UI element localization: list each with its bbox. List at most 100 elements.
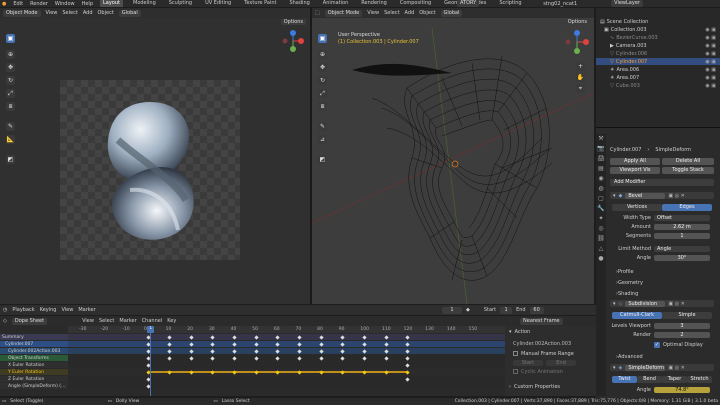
tab-rendering[interactable]: Rendering <box>358 0 390 7</box>
dopesheet-channel[interactable]: Angle (SimpleDeform) (... <box>0 383 68 389</box>
tab-compositing[interactable]: Compositing <box>397 0 434 7</box>
tool-tab-icon[interactable]: ⚒ <box>596 134 606 144</box>
3d-viewport[interactable]: Options User Perspective (1) Collection.… <box>312 18 594 304</box>
dopesheet-channel[interactable]: Y Euler Rotation <box>0 369 68 375</box>
dopesheet-channel[interactable]: Cylinder.007 <box>0 341 68 347</box>
action-start-field[interactable]: Start <box>513 359 543 366</box>
menu-render[interactable]: Render <box>30 1 48 7</box>
viewport-measure-tool-icon[interactable]: ⊿ <box>318 135 327 144</box>
simpledeform-visibility-icons[interactable]: ▣ ◎ ✕ <box>668 365 684 371</box>
bevel-visibility-icons[interactable]: ▣ ◎ ✕ <box>668 193 684 199</box>
select-box-tool-icon[interactable]: ▣ <box>6 34 15 43</box>
visibility-eye-icon[interactable]: ◉ ▣ <box>705 43 720 49</box>
image-editor-nav-gizmo-icon[interactable] <box>282 30 304 56</box>
levels-viewport-field[interactable]: 3 <box>654 322 710 329</box>
tab-texture-paint[interactable]: Texture Paint <box>241 0 279 7</box>
visibility-eye-icon[interactable]: ◉ ▣ <box>705 75 720 81</box>
viewport-menu-view[interactable]: View <box>367 10 379 16</box>
custom-properties-section[interactable]: › Custom Properties <box>509 383 560 390</box>
tab-uv-editing[interactable]: UV Editing <box>202 0 234 7</box>
viewport-rotate-tool-icon[interactable]: ↻ <box>318 76 327 85</box>
move-tool-icon[interactable]: ✥ <box>6 63 15 72</box>
object-tab-icon[interactable]: ▢ <box>596 194 606 204</box>
profile-section[interactable]: › Profile <box>616 268 634 275</box>
tab-animation[interactable]: Animation <box>320 0 352 7</box>
pan-hand-icon[interactable]: ✋ <box>576 73 585 82</box>
manual-frame-range-checkbox[interactable]: Manual Frame Range <box>513 350 574 357</box>
visibility-eye-icon[interactable]: ◉ ▣ <box>705 35 720 41</box>
width-type-dropdown[interactable]: Offset <box>654 214 710 221</box>
action-name-field[interactable]: Cylinder.002Action.003 <box>513 340 571 347</box>
timeline-editor-icon[interactable]: ◷ <box>3 307 7 313</box>
dopesheet-editor-icon[interactable]: ◇ <box>3 318 7 324</box>
menu-window[interactable]: Window <box>55 1 75 7</box>
dopesheet-channel[interactable]: Z Euler Rotation <box>0 376 68 382</box>
image-editor-menu-view[interactable]: View <box>46 10 58 16</box>
zoom-icon[interactable]: + <box>576 62 585 71</box>
segments-field[interactable]: 1 <box>654 232 710 239</box>
viewport-annotate-tool-icon[interactable]: ✎ <box>318 122 327 131</box>
cyclic-animation-checkbox[interactable]: Cyclic Animation <box>513 368 563 375</box>
start-frame-field[interactable]: 1 <box>500 306 513 314</box>
tab-shading[interactable]: Shading <box>286 0 312 7</box>
outliner-scene-collection[interactable]: ▤ Scene Collection <box>596 18 648 25</box>
keyframe-marker[interactable] <box>318 369 324 375</box>
scale-tool-icon[interactable]: ⤢ <box>6 89 15 98</box>
frame-ruler[interactable]: -30 -20 -10 0 10 20 30 40 50 60 70 80 90 100 110 120 130… <box>68 326 505 333</box>
action-section-header[interactable]: ▾ Action <box>509 328 530 335</box>
keyframe-marker[interactable] <box>318 355 324 361</box>
viewport-vis-button[interactable]: Viewport Vis <box>610 167 660 174</box>
playback-menu[interactable]: Playback <box>12 307 34 313</box>
dopesheet-channel[interactable]: Cylinder.002Action.003 <box>0 348 68 354</box>
twist-tab[interactable]: Twist <box>612 376 637 383</box>
outliner-item[interactable]: ☀ Area.006 ◉ ▣ <box>596 66 720 73</box>
constraints-tab-icon[interactable]: ⛓ <box>596 234 606 244</box>
image-editor-area[interactable]: Options <box>0 18 310 304</box>
subdivision-visibility-icons[interactable]: ▣ ◎ ✕ <box>668 301 684 307</box>
keyframe-grid[interactable] <box>68 333 505 396</box>
menu-help[interactable]: Help <box>82 1 93 7</box>
viewport-orientation[interactable]: Global <box>440 9 463 17</box>
world-tab-icon[interactable]: ◍ <box>596 184 606 194</box>
checkbox-checked-icon[interactable]: ✓ <box>654 341 660 348</box>
bevel-vertices-tab[interactable]: Vertices <box>612 204 662 211</box>
add-cube-tool-icon[interactable]: ◩ <box>6 155 15 164</box>
geometry-section[interactable]: › Geometry <box>616 279 643 286</box>
outliner-item[interactable]: ▽ Cylinder.007 ◉ ▣ <box>596 58 720 65</box>
particles-tab-icon[interactable]: ✦ <box>596 214 606 224</box>
playhead-line[interactable] <box>150 333 152 396</box>
checkbox-empty-icon[interactable] <box>513 369 518 374</box>
render-tab-icon[interactable]: 📷 <box>596 144 606 154</box>
rotate-tool-icon[interactable]: ↻ <box>6 76 15 85</box>
taper-tab[interactable]: Taper <box>662 376 687 383</box>
keyframe-icon[interactable]: ◆ <box>466 307 470 313</box>
render-levels-field[interactable]: 2 <box>654 331 710 338</box>
data-tab-icon[interactable]: △ <box>596 244 606 254</box>
viewport-scale-tool-icon[interactable]: ⤢ <box>318 89 327 98</box>
image-editor-mode-dropdown[interactable]: Object Mode <box>3 9 41 17</box>
tab-sculpting[interactable]: Sculpting <box>166 0 195 7</box>
annotate-tool-icon[interactable]: ✎ <box>6 122 15 131</box>
measure-tool-icon[interactable]: 📐 <box>6 135 15 144</box>
bevel-modifier-header[interactable]: ▾ ◆ Bevel ▣ ◎ ✕ <box>610 192 714 199</box>
viewport-menu-object[interactable]: Object <box>419 10 435 16</box>
stretch-tab[interactable]: Stretch <box>687 376 712 383</box>
physics-tab-icon[interactable]: ◎ <box>596 224 606 234</box>
apply-all-button[interactable]: Apply All <box>610 158 660 165</box>
scene-tab-icon[interactable]: ◉ <box>596 174 606 184</box>
viewport-nav-gizmo-icon[interactable] <box>565 30 589 58</box>
chevron-down-icon[interactable]: ▾ <box>613 301 616 307</box>
visibility-eye-icon[interactable]: ◉ ▣ <box>705 83 720 89</box>
viewport-transform-tool-icon[interactable]: ⧈ <box>318 102 327 111</box>
shading-section[interactable]: › Shading <box>616 290 638 297</box>
optimal-display-checkbox[interactable]: ✓ Optimal Display <box>654 341 703 348</box>
outliner-item[interactable]: ▽ Cube.003 ◉ ▣ <box>596 82 720 89</box>
delete-all-button[interactable]: Delete All <box>662 158 714 165</box>
dopesheet-menu-marker[interactable]: Marker <box>119 318 136 324</box>
dopesheet-menu-key[interactable]: Key <box>167 318 176 324</box>
checkbox-empty-icon[interactable] <box>513 351 518 356</box>
deform-angle-field[interactable]: 74.8° <box>654 386 710 393</box>
add-modifier-button[interactable]: Add Modifier <box>610 179 714 186</box>
amount-field[interactable]: 2.62 m <box>654 223 710 230</box>
outliner-item[interactable]: ☀ Area.007 ◉ ▣ <box>596 74 720 81</box>
